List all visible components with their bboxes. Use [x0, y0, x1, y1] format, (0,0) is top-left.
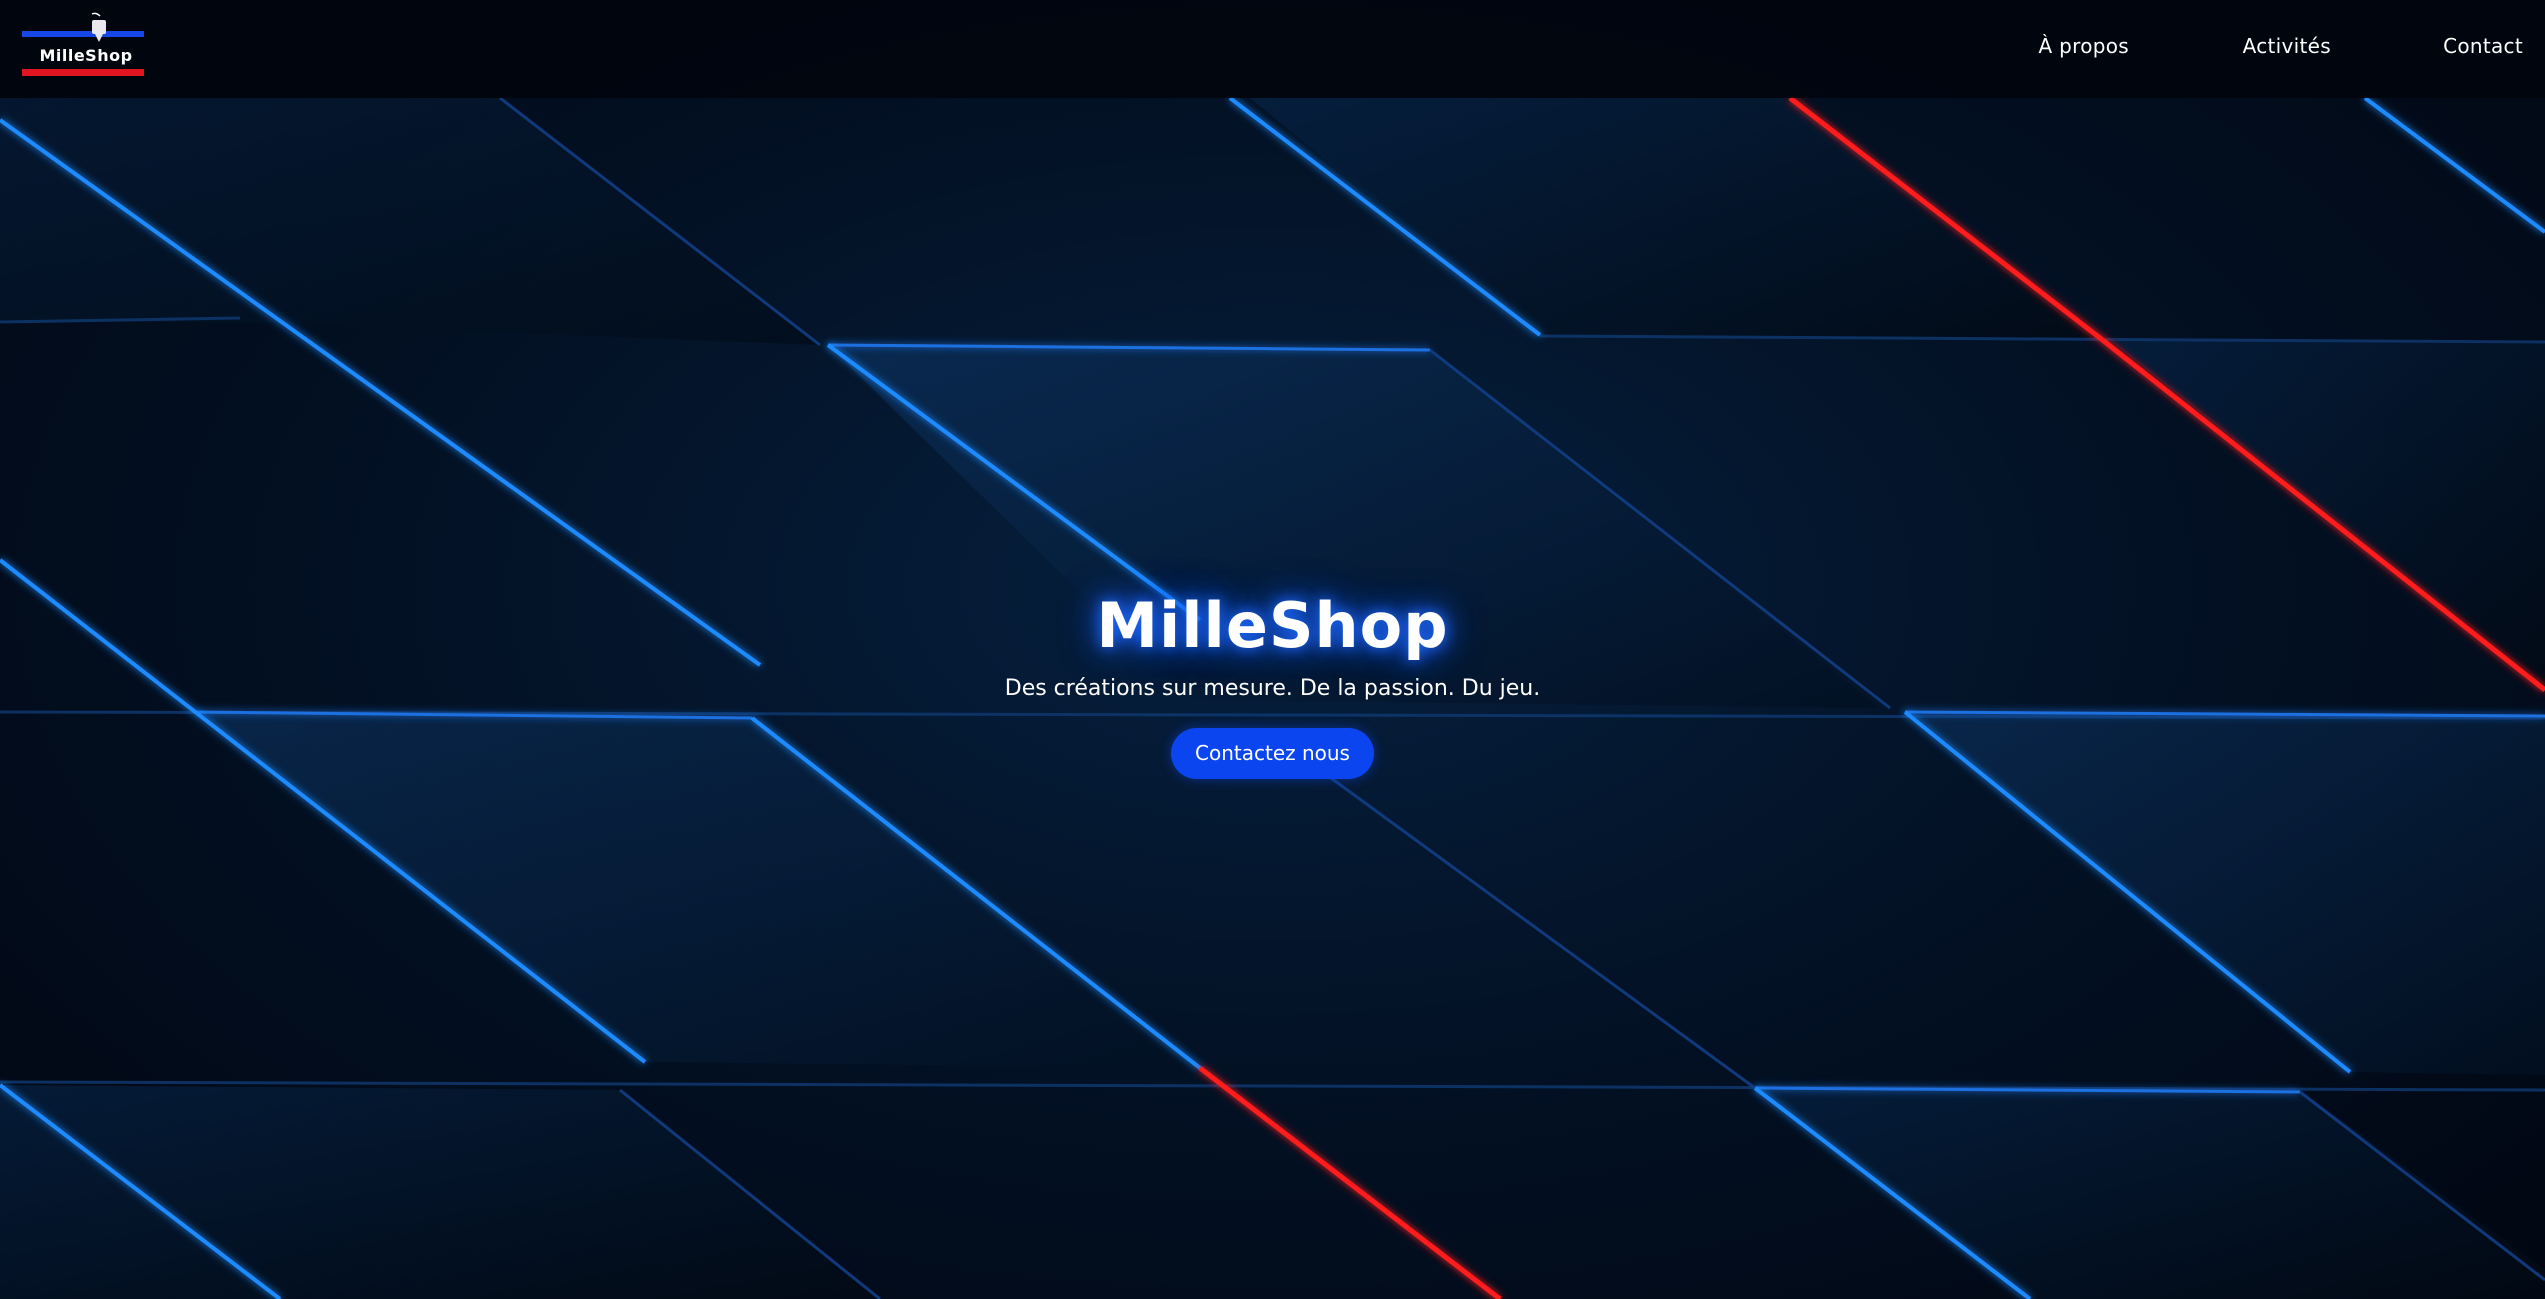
nav-link-activities[interactable]: Activités — [2243, 34, 2331, 58]
nav-link-contact[interactable]: Contact — [2443, 34, 2523, 58]
logo-blue-bar — [22, 31, 144, 37]
nozzle-icon — [91, 12, 106, 42]
contact-button[interactable]: Contactez nous — [1171, 728, 1374, 779]
logo-red-bar — [22, 69, 144, 76]
hero-title: MilleShop — [1096, 589, 1449, 662]
site-header: MilleShop À propos Activités Contact — [0, 0, 2545, 98]
hero-subtitle: Des créations sur mesure. De la passion.… — [1004, 676, 1541, 701]
nav-link-about[interactable]: À propos — [2038, 34, 2129, 58]
logo-text: MilleShop — [39, 46, 133, 65]
page: MilleShop À propos Activités Contact Mil… — [0, 0, 2545, 1299]
brand-logo[interactable]: MilleShop — [22, 12, 146, 80]
hero-section: MilleShop Des créations sur mesure. De l… — [0, 588, 2545, 779]
